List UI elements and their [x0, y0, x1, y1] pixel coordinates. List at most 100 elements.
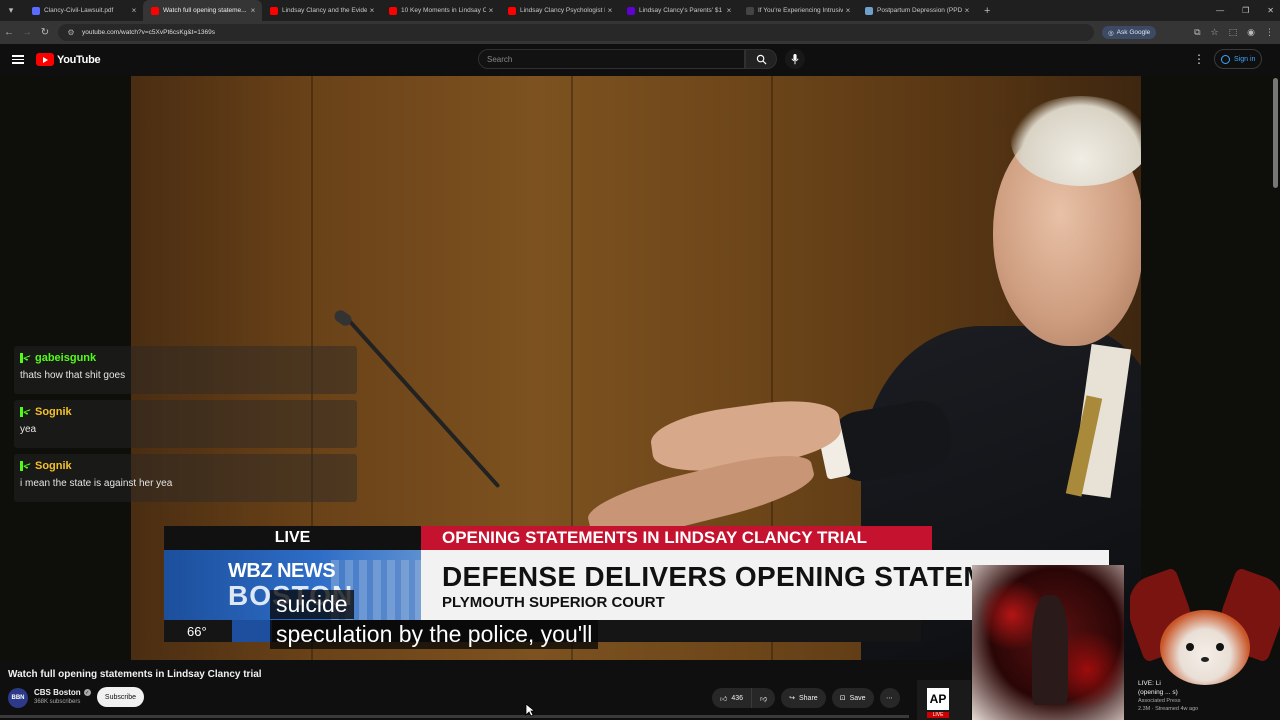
tab-close-icon[interactable]: × [129, 6, 139, 15]
browser-tab[interactable]: Lindsay Clancy Psychologist Di...× [500, 0, 619, 21]
site-icon [865, 6, 873, 15]
speaker-hair [1011, 96, 1141, 186]
tab-close-icon[interactable]: × [843, 6, 853, 15]
browser-menu-icon[interactable]: ⋮ [1265, 27, 1274, 38]
save-button[interactable]: ⊡ Save [831, 688, 874, 708]
browser-tab[interactable]: 10 Key Moments in Lindsay Cl... × [381, 0, 500, 21]
search-placeholder: Search [487, 54, 513, 64]
settings-more-icon[interactable]: ⋮ [1193, 52, 1205, 66]
tab-close-icon[interactable]: × [367, 6, 377, 15]
toolbar-actions: ⧉ ☆ ⬚ ◉ ⋮ [1194, 21, 1274, 44]
bookmark-star-icon[interactable]: ☆ [1211, 27, 1219, 38]
chat-username: Sognik [20, 406, 351, 418]
pdf-icon [32, 6, 40, 15]
caption-line-1: suicide [270, 590, 354, 619]
weather-accent [232, 620, 272, 642]
page-scrollbar[interactable] [1273, 78, 1278, 188]
youtube-header: YouTube Search ⋮ Sign in [0, 44, 1280, 76]
youtube-icon [270, 6, 278, 15]
recommended-video-info[interactable]: LIVE: Li (opening ... s) Associated Pres… [1138, 679, 1238, 713]
search-button[interactable] [745, 49, 777, 69]
video-title: Watch full opening statements in Lindsay… [8, 669, 262, 680]
voice-search-button[interactable] [785, 49, 805, 69]
like-count: 436 [731, 694, 744, 702]
extensions-icon[interactable]: ⬚ [1229, 27, 1238, 38]
chat-message: gabeisgunk thats how that shit goes [14, 346, 357, 394]
browser-tab[interactable]: Postpartum Depression (PPD) ...× [857, 0, 976, 21]
install-app-icon[interactable]: ⧉ [1194, 27, 1200, 38]
share-label: Share [799, 694, 818, 702]
bookmark-icon: ⊡ [839, 695, 846, 702]
channel-name[interactable]: CBS Boston ✓ [34, 688, 91, 697]
minimize-icon[interactable]: — [1216, 6, 1224, 15]
tab-title: Lindsay Clancy Psychologist Di... [520, 7, 605, 14]
sub-headline: PLYMOUTH SUPERIOR COURT [442, 594, 665, 611]
site-info-icon[interactable]: ⚙ [62, 28, 80, 37]
microphone-icon [791, 53, 799, 64]
mouse-cursor-icon [525, 703, 535, 717]
browser-tab[interactable]: Watch full opening stateme... × [143, 0, 262, 21]
close-window-icon[interactable]: ✕ [1267, 6, 1274, 15]
search-input[interactable]: Search [478, 49, 745, 69]
dislike-button[interactable]: 👎︎ [752, 688, 776, 708]
back-icon[interactable]: ← [0, 27, 18, 38]
tab-close-icon[interactable]: × [248, 6, 258, 15]
chat-text: thats how that shit goes [20, 370, 126, 381]
kick-logo-icon [20, 407, 30, 417]
channel-name-text: CBS Boston [34, 688, 81, 697]
ask-google-button[interactable]: ◎ Ask Google [1102, 26, 1157, 39]
temperature: 66° [187, 624, 207, 639]
browser-tab[interactable]: Clancy-Civil-Lawsuit.pdf × [24, 0, 143, 21]
channel-avatar[interactable]: BBN [8, 688, 28, 708]
subscribe-button[interactable]: Subscribe [97, 687, 144, 707]
browser-tab[interactable]: If You're Experiencing Intrusive...× [738, 0, 857, 21]
tab-title: Watch full opening stateme... [163, 7, 247, 14]
ask-google-label: Ask Google [1116, 29, 1151, 36]
chat-overlay: gabeisgunk thats how that shit goes Sognik… [14, 346, 357, 508]
forward-icon[interactable]: → [18, 27, 36, 38]
tab-search-icon[interactable]: ▾ [2, 2, 20, 20]
chat-username-text: Sognik [35, 460, 72, 472]
profile-icon[interactable]: ◉ [1247, 27, 1255, 38]
more-horizontal-icon: ⋯ [886, 695, 894, 702]
site-icon [746, 6, 754, 15]
youtube-logo[interactable]: YouTube [36, 53, 101, 66]
browser-tab[interactable]: Lindsay Clancy and the Evidenc...× [262, 0, 381, 21]
browser-tab[interactable]: Lindsay Clancy's Parents' $1 Mi...× [619, 0, 738, 21]
search-icon [756, 54, 766, 64]
recommended-channel: Associated Press [1138, 698, 1181, 704]
ap-logo: AP [927, 688, 949, 710]
tab-title: Postpartum Depression (PPD) ... [877, 7, 962, 14]
recommended-video-thumbnail[interactable]: AP LIVE [917, 680, 971, 720]
tab-title: If You're Experiencing Intrusive... [758, 7, 843, 14]
restore-icon[interactable]: ❐ [1242, 6, 1249, 15]
yahoo-icon [627, 6, 635, 15]
sign-in-label: Sign in [1234, 55, 1256, 63]
more-actions-button[interactable]: ⋯ [879, 688, 900, 708]
new-tab-icon[interactable]: + [984, 5, 990, 17]
google-lens-icon: ◎ [1108, 29, 1114, 37]
like-dislike-group: 👍︎ 436 👎︎ [712, 688, 776, 708]
tab-close-icon[interactable]: × [486, 6, 496, 15]
menu-icon[interactable] [12, 53, 24, 65]
tab-close-icon[interactable]: × [962, 6, 972, 15]
tab-list: Clancy-Civil-Lawsuit.pdf × Watch full open… [24, 0, 976, 21]
account-icon [1221, 54, 1230, 64]
chat-username: gabeisgunk [20, 352, 351, 364]
sign-in-button[interactable]: Sign in [1214, 49, 1263, 69]
tab-close-icon[interactable]: × [605, 6, 615, 15]
youtube-wordmark: YouTube [57, 53, 101, 66]
top-headline: OPENING STATEMENTS IN LINDSAY CLANCY TRI… [421, 526, 932, 550]
recommended-title-line2: (opening ... s) [1138, 689, 1178, 696]
share-button[interactable]: ↪ Share [781, 688, 826, 708]
subscriber-count: 368K subscribers [34, 699, 81, 705]
tab-close-icon[interactable]: × [724, 6, 734, 15]
browser-tab-strip: ▾ Clancy-Civil-Lawsuit.pdf × Watch full op… [0, 0, 1280, 21]
like-button[interactable]: 👍︎ 436 [712, 688, 753, 708]
address-bar[interactable]: ⚙ youtube.com/watch?v=c5XvPt6csKg&t=1369… [58, 24, 1094, 41]
share-icon: ↪ [789, 695, 795, 702]
main-headline: DEFENSE DELIVERS OPENING STATEMENT [442, 561, 1044, 592]
tab-title: 10 Key Moments in Lindsay Cl... [401, 7, 486, 14]
reload-icon[interactable]: ↻ [36, 27, 54, 38]
tab-title: Lindsay Clancy's Parents' $1 Mi... [639, 7, 724, 14]
